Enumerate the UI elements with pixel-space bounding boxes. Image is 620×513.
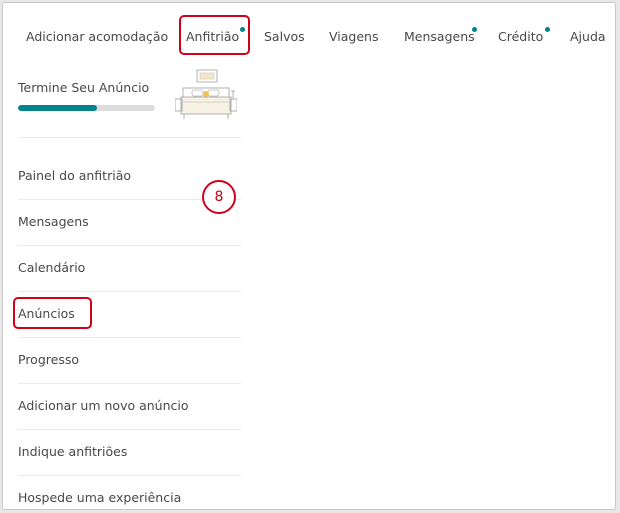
- nav-saved[interactable]: Salvos: [264, 29, 305, 45]
- nav-add-listing[interactable]: Adicionar acomodação: [26, 29, 168, 45]
- divider: [18, 475, 241, 476]
- nav-trips[interactable]: Viagens: [329, 29, 378, 45]
- menu-refer-hosts[interactable]: Indique anfitriões: [18, 444, 127, 460]
- listing-progress-bar: [18, 105, 155, 111]
- messages-notification-dot: [472, 27, 477, 32]
- top-navigation: Adicionar acomodação Anfitrião Salvos Vi…: [3, 3, 615, 67]
- divider: [18, 337, 241, 338]
- nav-messages[interactable]: Mensagens: [404, 29, 475, 45]
- menu-messages[interactable]: Mensagens: [18, 214, 89, 230]
- host-menu-panel: Termine Seu Anúncio Painel do anfitrião …: [3, 67, 243, 509]
- menu-progress[interactable]: Progresso: [18, 352, 79, 368]
- menu-calendar[interactable]: Calendário: [18, 260, 85, 276]
- divider: [18, 137, 241, 138]
- menu-host-experience[interactable]: Hospede uma experiência: [18, 490, 181, 506]
- credit-notification-dot: [545, 27, 550, 32]
- finish-listing-title[interactable]: Termine Seu Anúncio: [18, 80, 149, 95]
- nav-credit[interactable]: Crédito: [498, 29, 543, 45]
- step-number-badge: 8: [202, 180, 236, 214]
- listing-progress-fill: [18, 105, 98, 111]
- browser-frame: Adicionar acomodação Anfitrião Salvos Vi…: [2, 2, 616, 510]
- nav-help[interactable]: Ajuda: [570, 29, 606, 45]
- listings-highlight-callout: [13, 297, 92, 329]
- divider: [18, 291, 241, 292]
- divider: [18, 245, 241, 246]
- menu-add-new-listing[interactable]: Adicionar um novo anúncio: [18, 398, 189, 414]
- divider: [18, 429, 241, 430]
- menu-host-dashboard[interactable]: Painel do anfitrião: [18, 168, 131, 184]
- divider: [18, 383, 241, 384]
- host-highlight-callout: [179, 15, 250, 55]
- bed-illustration-icon: [175, 69, 237, 119]
